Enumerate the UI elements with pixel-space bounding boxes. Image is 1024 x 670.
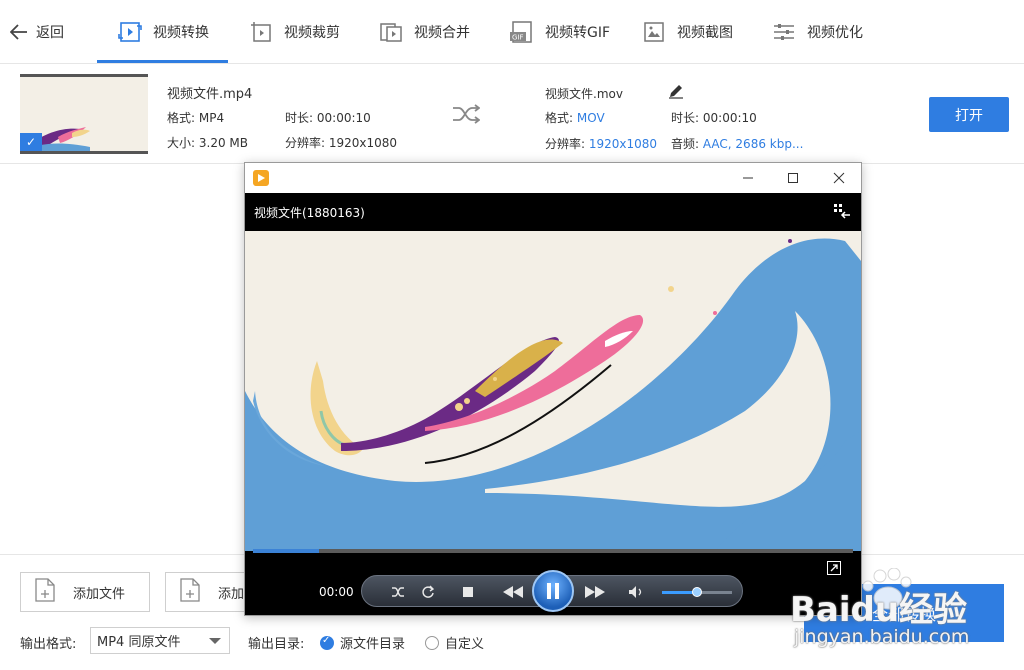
app-window: 返回 视频转换 视频裁剪 视频合并 GIF 视频转GIF 视频截图 视频优化 ✓… (0, 0, 1024, 670)
output-format-label: 输出格式: (20, 637, 77, 652)
video-thumbnail[interactable]: ✓ (20, 74, 148, 154)
source-duration: 时长: 00:00:10 (285, 111, 371, 125)
target-format: 格式: MOV (545, 111, 605, 125)
tab-label: 视频截图 (677, 25, 733, 41)
tab-label: 视频转换 (153, 25, 209, 41)
minimize-button[interactable] (733, 167, 763, 189)
rewind-icon (503, 586, 523, 598)
close-icon (833, 172, 845, 184)
radio-label: 源文件目录 (340, 637, 406, 652)
player-controls: 00:00 (245, 549, 861, 615)
switch-to-library-icon[interactable] (833, 203, 851, 222)
source-format: 格式: MP4 (167, 111, 225, 125)
mute-button[interactable] (628, 584, 644, 600)
tab-video-crop[interactable]: 视频裁剪 (248, 0, 340, 64)
player-titlebar[interactable] (245, 163, 861, 193)
top-nav: 返回 视频转换 视频裁剪 视频合并 GIF 视频转GIF 视频截图 视频优化 (0, 0, 1024, 64)
close-button[interactable] (824, 167, 854, 189)
player-header: 视频文件(1880163) (245, 193, 861, 231)
tab-label: 视频合并 (414, 25, 470, 41)
volume-slider[interactable] (662, 587, 732, 597)
shuffle-icon (452, 104, 481, 128)
output-format-value: MP4 同原文件 (97, 635, 181, 650)
tab-video-optimize[interactable]: 视频优化 (771, 0, 863, 64)
tab-label: 视频优化 (807, 25, 863, 41)
add-folder-icon (180, 578, 200, 606)
radio-custom-dir[interactable]: 自定义 (425, 633, 484, 652)
file-row[interactable]: ✓ 视频文件.mp4 格式: MP4 时长: 00:00:10 大小: 3.20… (0, 64, 1024, 164)
radio-source-dir[interactable]: 源文件目录 (320, 633, 405, 652)
target-duration: 时长: 00:00:10 (671, 111, 757, 125)
video-merge-icon (378, 19, 404, 45)
radio-checked-icon (320, 635, 334, 650)
radio-unchecked-icon (425, 635, 439, 650)
gif-icon: GIF (509, 19, 535, 45)
shuffle-icon (392, 587, 404, 597)
output-dir-label: 输出目录: (248, 637, 305, 652)
output-format-select[interactable]: MP4 同原文件 (90, 627, 230, 654)
video-frame[interactable] (245, 231, 861, 551)
tab-video-gif[interactable]: GIF 视频转GIF (509, 0, 610, 64)
target-resolution: 分辨率: 1920x1080 (545, 137, 658, 151)
source-size: 大小: 3.20 MB (167, 136, 248, 150)
stop-button[interactable] (460, 584, 476, 600)
target-filename: 视频文件.mov (545, 87, 623, 101)
player-title: 视频文件(1880163) (254, 206, 365, 220)
speaker-icon (629, 586, 642, 598)
add-file-label: 添加文件 (73, 586, 126, 602)
media-player-window[interactable]: 视频文件(1880163) 00:00 (244, 162, 862, 616)
seek-bar[interactable] (253, 549, 853, 553)
radio-label: 自定义 (445, 637, 485, 652)
fullscreen-button[interactable] (827, 561, 841, 578)
video-crop-icon (248, 19, 274, 45)
svg-text:GIF: GIF (512, 34, 524, 42)
stop-icon (463, 587, 473, 597)
selected-check-icon[interactable]: ✓ (20, 133, 42, 151)
maximize-button[interactable] (778, 167, 808, 189)
shuffle-button[interactable] (390, 584, 406, 600)
convert-all-label: 全部转换 (871, 605, 936, 624)
player-app-icon (253, 170, 269, 186)
add-folder-label: 添加 (218, 586, 245, 602)
rewind-button[interactable] (502, 584, 524, 600)
tab-label: 视频裁剪 (284, 25, 340, 41)
fast-forward-icon (585, 586, 605, 598)
optimize-icon (771, 19, 797, 45)
playback-time: 00:00 (319, 585, 354, 599)
tab-video-convert[interactable]: 视频转换 (117, 0, 209, 64)
source-resolution: 分辨率: 1920x1080 (285, 136, 398, 150)
seek-bar-progress (253, 549, 319, 553)
repeat-icon (422, 585, 435, 598)
screenshot-icon (641, 19, 667, 45)
active-tab-indicator (97, 60, 228, 63)
arrow-left-icon (10, 24, 27, 40)
tab-video-merge[interactable]: 视频合并 (378, 0, 470, 64)
video-convert-icon (117, 19, 143, 45)
volume-knob[interactable] (692, 587, 702, 597)
maximize-icon (788, 173, 798, 183)
pause-button[interactable] (532, 570, 574, 612)
back-label: 返回 (36, 25, 64, 41)
transport-bar (361, 570, 743, 612)
tab-label: 视频转GIF (545, 25, 611, 41)
edit-pencil-icon[interactable] (668, 83, 684, 103)
fullscreen-icon (827, 561, 841, 575)
video-frame-art (245, 231, 861, 551)
repeat-button[interactable] (420, 584, 436, 600)
add-file-icon (35, 578, 55, 606)
back-button[interactable]: 返回 (10, 20, 64, 44)
minimize-icon (743, 177, 753, 179)
fast-forward-button[interactable] (584, 584, 606, 600)
chevron-down-icon (209, 638, 221, 644)
target-audio: 音频: AAC, 2686 kbp... (671, 137, 804, 151)
open-button[interactable]: 打开 (929, 97, 1009, 132)
add-file-button[interactable]: 添加文件 (20, 572, 150, 612)
pause-icon (547, 583, 559, 599)
tab-video-screenshot[interactable]: 视频截图 (641, 0, 733, 64)
source-filename: 视频文件.mp4 (167, 87, 253, 102)
